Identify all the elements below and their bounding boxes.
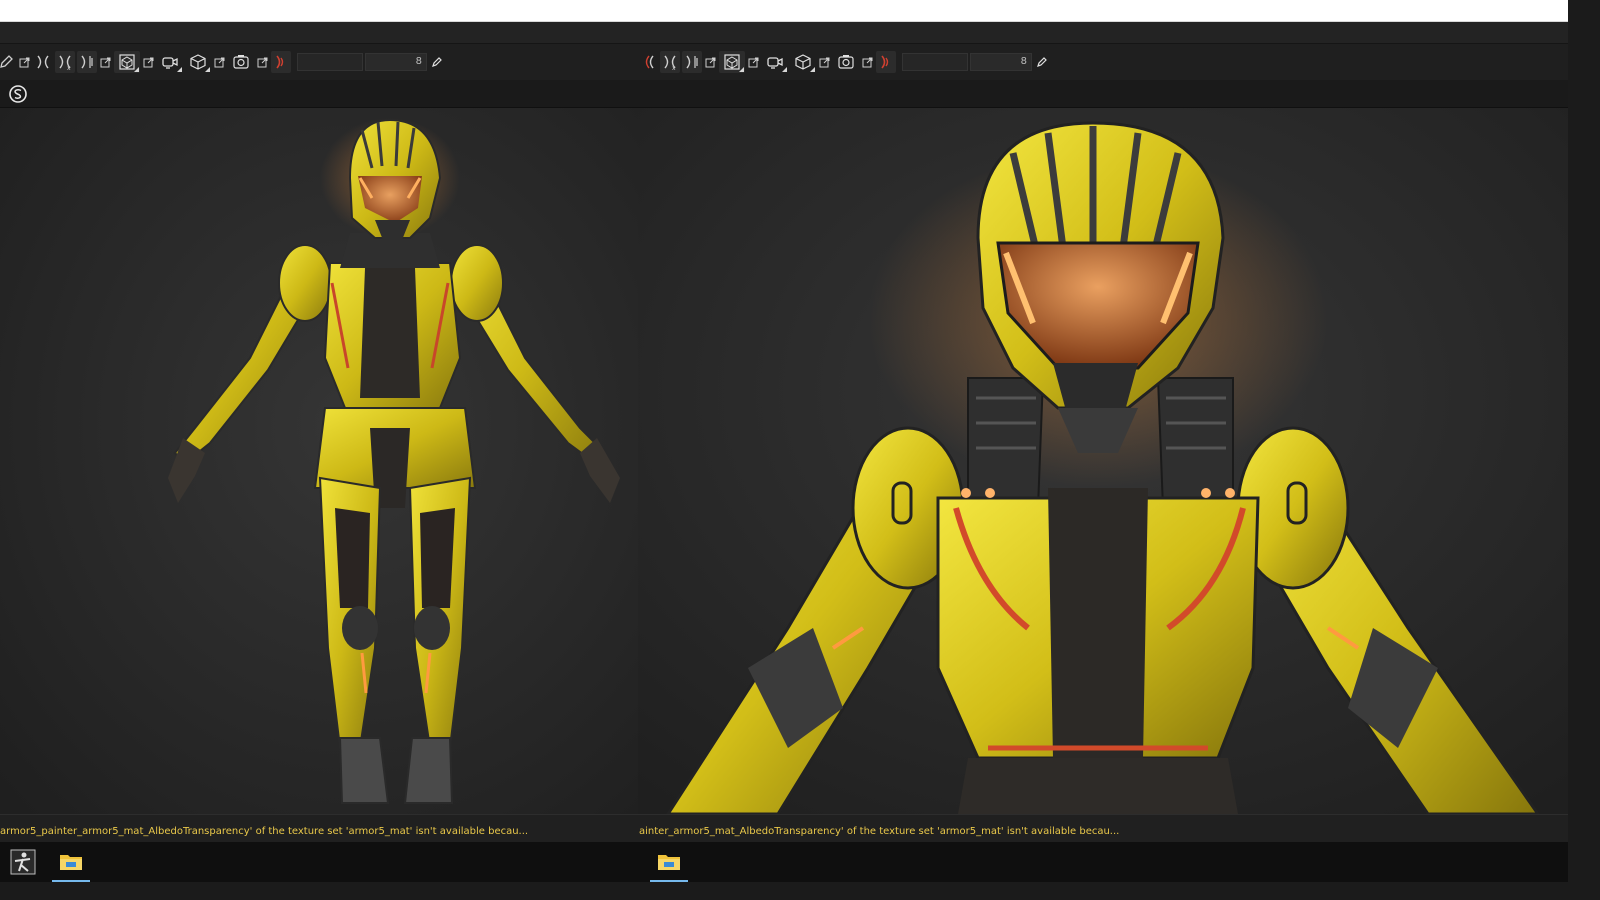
right-value-field[interactable]: 8: [970, 53, 1032, 71]
left-3d-viewport[interactable]: [0, 108, 638, 814]
right-3d-viewport[interactable]: [638, 108, 1568, 814]
cube-icon[interactable]: [719, 51, 745, 73]
taskbar: [0, 842, 1568, 882]
file-explorer-icon[interactable]: [648, 842, 690, 882]
zbrush-icon[interactable]: [2, 842, 44, 882]
symmetry-lock-icon[interactable]: [8, 84, 28, 104]
external-link-icon[interactable]: [213, 51, 226, 73]
external-link-icon[interactable]: [142, 51, 155, 73]
file-explorer-icon[interactable]: [50, 842, 92, 882]
symmetry-half-icon[interactable]: [638, 51, 658, 73]
left-brush-slider[interactable]: [297, 53, 363, 71]
screenshot-icon[interactable]: [833, 51, 859, 73]
left-viewport-toolbar: x 8: [0, 50, 445, 74]
cube-icon[interactable]: [114, 51, 140, 73]
symmetry-x-icon[interactable]: x: [55, 51, 75, 73]
svg-text:x: x: [67, 65, 71, 71]
right-viewport-toolbar: x 8: [638, 50, 1050, 74]
mirror-icon[interactable]: [77, 51, 97, 73]
title-strip: [0, 0, 1568, 22]
camera-icon[interactable]: [762, 51, 788, 73]
viewport-subbar: [0, 80, 1568, 108]
edit-icon[interactable]: [0, 51, 16, 73]
external-link-icon[interactable]: [861, 51, 874, 73]
left-value-field[interactable]: 8: [365, 53, 427, 71]
sound-icon[interactable]: [271, 51, 291, 73]
box-icon[interactable]: [185, 51, 211, 73]
svg-text:x: x: [672, 65, 676, 71]
external-link-icon[interactable]: [18, 51, 31, 73]
pen-icon[interactable]: [429, 53, 445, 71]
external-link-icon[interactable]: [818, 51, 831, 73]
camera-icon[interactable]: [157, 51, 183, 73]
external-link-icon[interactable]: [99, 51, 112, 73]
external-link-icon[interactable]: [704, 51, 717, 73]
pen-icon[interactable]: [1034, 53, 1050, 71]
box-icon[interactable]: [790, 51, 816, 73]
menu-band: [0, 22, 1568, 44]
left-status-message: armor5_painter_armor5_mat_AlbedoTranspar…: [0, 826, 529, 837]
right-status-message: ainter_armor5_mat_AlbedoTransparency' of…: [639, 826, 1120, 837]
external-link-icon[interactable]: [747, 51, 760, 73]
external-link-icon[interactable]: [256, 51, 269, 73]
closeup-armor-model: [638, 108, 1568, 814]
sound-icon[interactable]: [876, 51, 896, 73]
app-window: x 8 x 8 armor5_painter_armor5_mat_Albedo…: [0, 0, 1568, 882]
screenshot-icon[interactable]: [228, 51, 254, 73]
full-body-armor-model: [0, 108, 638, 814]
symmetry-half-icon[interactable]: [33, 51, 53, 73]
right-brush-slider[interactable]: [902, 53, 968, 71]
symmetry-x-icon[interactable]: x: [660, 51, 680, 73]
mirror-icon[interactable]: [682, 51, 702, 73]
